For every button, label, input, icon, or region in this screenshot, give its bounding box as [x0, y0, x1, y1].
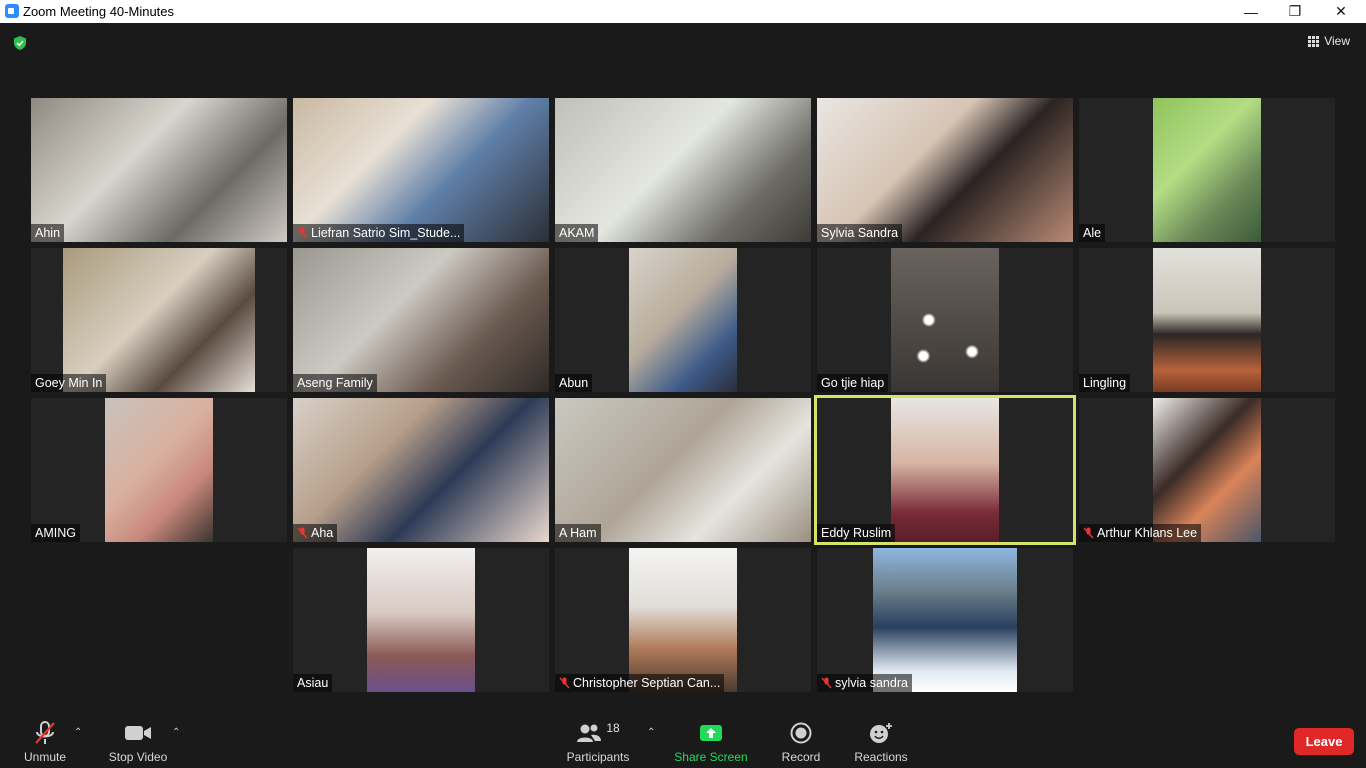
reactions-button[interactable]: Reactions	[852, 712, 910, 768]
video-feed	[873, 548, 1017, 692]
participant-tile-active-speaker[interactable]: Eddy Ruslim	[814, 395, 1076, 545]
security-shield-icon[interactable]	[12, 35, 28, 51]
participant-name: AKAM	[555, 224, 599, 242]
participant-name: AMING	[31, 524, 80, 542]
video-feed	[293, 398, 549, 542]
participant-tile[interactable]: Christopher Septian Can...	[555, 548, 811, 692]
title-bar: Zoom Meeting 40-Minutes — ❐ ✕	[0, 0, 1366, 23]
view-label: View	[1324, 34, 1350, 48]
audio-options-caret[interactable]: ⌃	[74, 727, 82, 738]
participant-tile[interactable]: Ale	[1079, 98, 1335, 242]
view-button[interactable]: View	[1308, 34, 1350, 48]
participant-name: sylvia sandra	[817, 674, 912, 692]
participants-options-caret[interactable]: ⌃	[647, 727, 655, 738]
video-feed	[293, 98, 549, 242]
participant-tile[interactable]: Sylvia Sandra	[817, 98, 1073, 242]
participant-name: Asiau	[293, 674, 333, 692]
participant-name: Ale	[1079, 224, 1106, 242]
muted-microphone-icon	[35, 721, 55, 744]
participant-tile[interactable]: A Ham	[555, 398, 811, 542]
participant-name: A Ham	[555, 524, 601, 542]
participant-tile[interactable]: AKAM	[555, 98, 811, 242]
video-feed	[1153, 98, 1261, 242]
participant-tile[interactable]: Arthur Khlans Lee	[1079, 398, 1335, 542]
meeting-toolbar: Unmute ⌃ Stop Video ⌃ 18 Participants ⌃	[0, 712, 1366, 768]
zoom-app-icon	[5, 4, 19, 18]
participant-tile[interactable]: Abun	[555, 248, 811, 392]
muted-mic-icon	[297, 527, 308, 539]
participant-name: Aha	[293, 524, 338, 542]
participant-name: Go tjie hiap	[817, 374, 889, 392]
record-icon	[790, 722, 812, 744]
video-feed	[555, 398, 811, 542]
participant-name: Aseng Family	[293, 374, 377, 392]
stop-video-button[interactable]: Stop Video	[106, 712, 170, 768]
close-button[interactable]: ✕	[1318, 0, 1364, 23]
participant-tile[interactable]: Goey Min In	[31, 248, 287, 392]
video-camera-icon	[125, 726, 151, 740]
muted-mic-icon	[1083, 527, 1094, 539]
video-feed	[629, 548, 737, 692]
participants-button[interactable]: 18 Participants	[564, 712, 632, 768]
participant-name: Ahin	[31, 224, 65, 242]
participant-name: Arthur Khlans Lee	[1079, 524, 1202, 542]
muted-mic-icon	[821, 677, 832, 689]
leave-button[interactable]: Leave	[1294, 728, 1354, 755]
participant-name: Christopher Septian Can...	[555, 674, 725, 692]
minimize-button[interactable]: —	[1228, 0, 1274, 23]
participant-tile[interactable]: Ahin	[31, 98, 287, 242]
share-screen-button[interactable]: Share Screen	[674, 712, 748, 768]
window-title: Zoom Meeting 40-Minutes	[23, 4, 175, 19]
participant-tile[interactable]: Asiau	[293, 548, 549, 692]
video-feed	[1153, 398, 1261, 542]
video-feed	[1153, 248, 1261, 392]
participant-name: Lingling	[1079, 374, 1131, 392]
video-feed	[629, 248, 737, 392]
muted-mic-icon	[297, 227, 308, 239]
video-feed	[63, 248, 255, 392]
participants-icon	[577, 724, 602, 742]
participant-name: Eddy Ruslim	[817, 524, 896, 542]
video-feed	[367, 548, 475, 692]
participant-name: Sylvia Sandra	[817, 224, 903, 242]
participants-count: 18	[606, 721, 620, 735]
video-feed	[31, 98, 287, 242]
participant-tile[interactable]: Aha	[293, 398, 549, 542]
video-feed	[293, 248, 549, 392]
video-feed	[817, 98, 1073, 242]
video-feed	[891, 248, 999, 392]
restore-button[interactable]: ❐	[1272, 0, 1318, 23]
video-feed	[891, 398, 999, 542]
record-button[interactable]: Record	[778, 712, 824, 768]
video-feed	[105, 398, 213, 542]
video-feed	[555, 98, 811, 242]
participant-name: Liefran Satrio Sim_Stude...	[293, 224, 465, 242]
grid-view-icon	[1308, 35, 1320, 47]
reactions-smiley-icon	[870, 723, 892, 743]
video-options-caret[interactable]: ⌃	[172, 727, 180, 738]
participant-tile[interactable]: sylvia sandra	[817, 548, 1073, 692]
participant-name: Abun	[555, 374, 593, 392]
participant-name: Goey Min In	[31, 374, 107, 392]
muted-mic-icon	[559, 677, 570, 689]
share-screen-icon	[700, 725, 722, 741]
participant-tile[interactable]: Aseng Family	[293, 248, 549, 392]
participant-tile[interactable]: Lingling	[1079, 248, 1335, 392]
participant-tile[interactable]: AMING	[31, 398, 287, 542]
participant-tile[interactable]: Liefran Satrio Sim_Stude...	[293, 98, 549, 242]
unmute-button[interactable]: Unmute	[22, 712, 68, 768]
participant-tile[interactable]: Go tjie hiap	[817, 248, 1073, 392]
